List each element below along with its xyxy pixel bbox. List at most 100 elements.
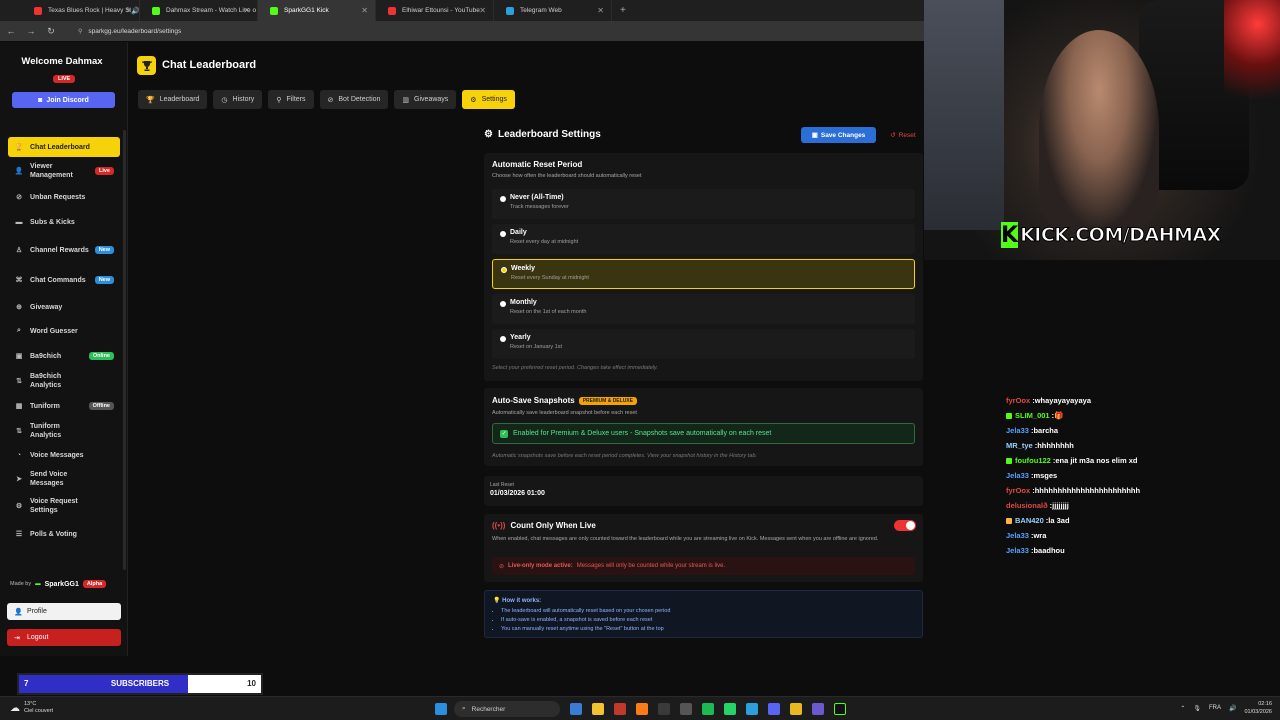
profile-button[interactable]: 👤 Profile bbox=[7, 603, 121, 620]
reset-option[interactable]: Never (All-Time) Track messages forever bbox=[492, 189, 915, 219]
chat-username: Jela33 bbox=[1006, 471, 1029, 480]
radio-button[interactable] bbox=[500, 336, 506, 342]
radio-button[interactable] bbox=[500, 301, 506, 307]
radio-button[interactable] bbox=[500, 231, 506, 237]
forward-icon[interactable]: → bbox=[26, 26, 36, 36]
back-icon[interactable]: ← bbox=[6, 26, 16, 36]
language-indicator[interactable]: FRA bbox=[1209, 705, 1221, 711]
sidebar-menu: 🏆 Chat Leaderboard 👤 Viewer Management Live ⊘… bbox=[8, 137, 120, 547]
reset-option[interactable]: Yearly Reset on January 1st bbox=[492, 329, 915, 359]
reset-option[interactable]: Weekly Reset every Sunday at midnight bbox=[492, 259, 915, 289]
tab-leaderboard[interactable]: 🏆 Leaderboard bbox=[138, 90, 208, 109]
whatsapp-icon[interactable] bbox=[724, 703, 736, 715]
save-changes-button[interactable]: ▣ Save Changes bbox=[801, 127, 876, 143]
sidebar-item-icon: ◔ bbox=[16, 451, 22, 459]
tray-chevron-icon[interactable]: ⌃ bbox=[1180, 705, 1185, 712]
start-menu-icon[interactable] bbox=[435, 703, 447, 715]
microphone-icon[interactable]: 🎙 bbox=[1193, 705, 1201, 712]
browser-tab[interactable]: SparkGG1 Kick ✕ bbox=[258, 0, 376, 21]
count-live-toggle[interactable] bbox=[894, 520, 916, 531]
settings-app-icon[interactable] bbox=[680, 703, 692, 715]
count-live-title: ((•)) Count Only When Live bbox=[492, 521, 596, 530]
spotify-icon[interactable] bbox=[702, 703, 714, 715]
clock[interactable]: 02:16 01/03/2026 bbox=[1244, 700, 1272, 716]
reset-option[interactable]: Monthly Reset on the 1st of each month bbox=[492, 294, 915, 324]
browser-tab[interactable]: Telegram Web ✕ bbox=[494, 0, 612, 21]
sidebar-item[interactable]: ⌕ Word Guesser bbox=[8, 319, 120, 343]
sidebar-item[interactable]: ⊕ Giveaway bbox=[8, 295, 120, 319]
sidebar-item[interactable]: ▣ Ba9chich Online bbox=[8, 343, 120, 369]
sidebar-item[interactable]: ▬ Subs & Kicks bbox=[8, 209, 120, 235]
sidebar-item[interactable]: 👤 Viewer Management Live bbox=[8, 157, 120, 185]
sidebar-item[interactable]: ☰ Polls & Voting bbox=[8, 521, 120, 547]
sidebar-item-icon: ⚙ bbox=[15, 503, 23, 510]
reset-button[interactable]: ↺ Reset bbox=[883, 127, 923, 143]
taskbar-search[interactable]: ⌕ Rechercher bbox=[454, 701, 560, 717]
tab-bot-detection[interactable]: ⊘ Bot Detection bbox=[319, 90, 389, 109]
snapshots-card: Auto-Save Snapshots PREMIUM & DELUXE Auto… bbox=[484, 388, 923, 466]
reload-icon[interactable]: ↻ bbox=[46, 26, 56, 37]
close-tab-icon[interactable]: ✕ bbox=[597, 6, 604, 15]
kick-channel-url: KICK.COM/DAHMAX bbox=[1020, 224, 1222, 247]
save-label: Save Changes bbox=[820, 131, 866, 139]
browser-tab[interactable]: Elhiwar Ettounsi - YouTube ✕ bbox=[376, 0, 494, 21]
tab-history[interactable]: ◷ History bbox=[213, 90, 263, 109]
radio-button[interactable] bbox=[500, 196, 506, 202]
subscribers-goal-bar: SUBSCRIBERS 7 10 bbox=[17, 673, 263, 695]
discord-app-icon[interactable] bbox=[768, 703, 780, 715]
browser-tab[interactable]: Dahmax Stream - Watch Live o ✕ bbox=[140, 0, 258, 21]
site-info-icon[interactable]: ⚲ bbox=[78, 28, 82, 35]
tab-audio-icon[interactable]: 🔊 bbox=[131, 7, 139, 15]
close-tab-icon[interactable]: ✕ bbox=[125, 6, 132, 15]
sidebar-item[interactable]: ⊘ Unban Requests bbox=[8, 185, 120, 209]
tab-settings[interactable]: ⚙ Settings bbox=[462, 90, 515, 109]
sidebar-item[interactable]: ⌘ Chat Commands New bbox=[8, 265, 120, 295]
sidebar-scrollbar[interactable] bbox=[123, 130, 126, 570]
obs-icon[interactable] bbox=[658, 703, 670, 715]
brave-browser-icon[interactable] bbox=[636, 703, 648, 715]
discord-icon: ◙ bbox=[38, 96, 43, 104]
sidebar-item[interactable]: ⇅ Ba9chich Analytics bbox=[8, 369, 120, 393]
browser-tab[interactable]: Texas Blues Rock | Heavy Sl 🔊 ✕ bbox=[22, 0, 140, 21]
tab-filters[interactable]: ⚲ Filters bbox=[268, 90, 314, 109]
copilot-icon[interactable] bbox=[570, 703, 582, 715]
close-tab-icon[interactable]: ✕ bbox=[479, 6, 486, 15]
snapshots-note: Automatic snapshots save before each res… bbox=[492, 453, 757, 459]
reset-option-label: Never (All-Time) bbox=[510, 194, 564, 201]
telegram-icon[interactable] bbox=[746, 703, 758, 715]
new-tab-icon[interactable]: + bbox=[620, 5, 626, 16]
reset-option-desc: Reset every Sunday at midnight bbox=[511, 275, 589, 281]
speaker-icon[interactable]: 🔊 bbox=[1229, 705, 1236, 712]
welcome-text: Welcome Dahmax bbox=[21, 56, 103, 67]
reset-option-desc: Reset on the 1st of each month bbox=[510, 309, 587, 315]
tab-title: Texas Blues Rock | Heavy Sl bbox=[48, 7, 131, 14]
app-red-icon[interactable] bbox=[614, 703, 626, 715]
sidebar-item[interactable]: ▦ Tuniform Offline bbox=[8, 393, 120, 419]
join-discord-button[interactable]: ◙ Join Discord bbox=[12, 92, 115, 108]
sidebar-item[interactable]: ⇅ Tuniform Analytics bbox=[8, 419, 120, 443]
url-field[interactable]: ⚲ sparkgg.eu/leaderboard/settings bbox=[72, 24, 187, 38]
sidebar-item[interactable]: ➤ Send Voice Messages bbox=[8, 467, 120, 491]
how-it-works-card: 💡 How it works: The leaderboard will aut… bbox=[484, 590, 923, 638]
sidebar-item[interactable]: ⚙ Voice Request Settings bbox=[8, 491, 120, 521]
chrome-icon[interactable] bbox=[790, 703, 802, 715]
radio-button[interactable] bbox=[501, 267, 507, 273]
sidebar-item[interactable]: 🏆 Chat Leaderboard bbox=[8, 137, 120, 157]
close-tab-icon[interactable]: ✕ bbox=[361, 6, 368, 15]
app-purple-icon[interactable] bbox=[812, 703, 824, 715]
logout-icon: ⇥ bbox=[14, 634, 20, 642]
logout-button[interactable]: ⇥ Logout bbox=[7, 629, 121, 646]
count-live-desc: When enabled, chat messages are only cou… bbox=[492, 536, 879, 542]
chat-text: barcha bbox=[1033, 426, 1059, 435]
close-tab-icon[interactable]: ✕ bbox=[243, 6, 250, 15]
tab-giveaways[interactable]: ▥ Giveaways bbox=[394, 90, 457, 109]
reset-option[interactable]: Daily Reset every day at midnight bbox=[492, 224, 915, 254]
chat-text: hhhhhhhh bbox=[1037, 441, 1074, 450]
sidebar-item[interactable]: ◔ Voice Messages bbox=[8, 443, 120, 467]
weather-widget[interactable]: ☁ 13°C Ciel couvert bbox=[10, 701, 53, 715]
brand-name: SparkGG1 bbox=[44, 580, 79, 588]
sidebar-item-label: Ba9chich bbox=[30, 352, 62, 360]
sidebar-item[interactable]: ♙ Channel Rewards New bbox=[8, 235, 120, 265]
file-explorer-icon[interactable] bbox=[592, 703, 604, 715]
app-m-icon[interactable] bbox=[834, 703, 846, 715]
